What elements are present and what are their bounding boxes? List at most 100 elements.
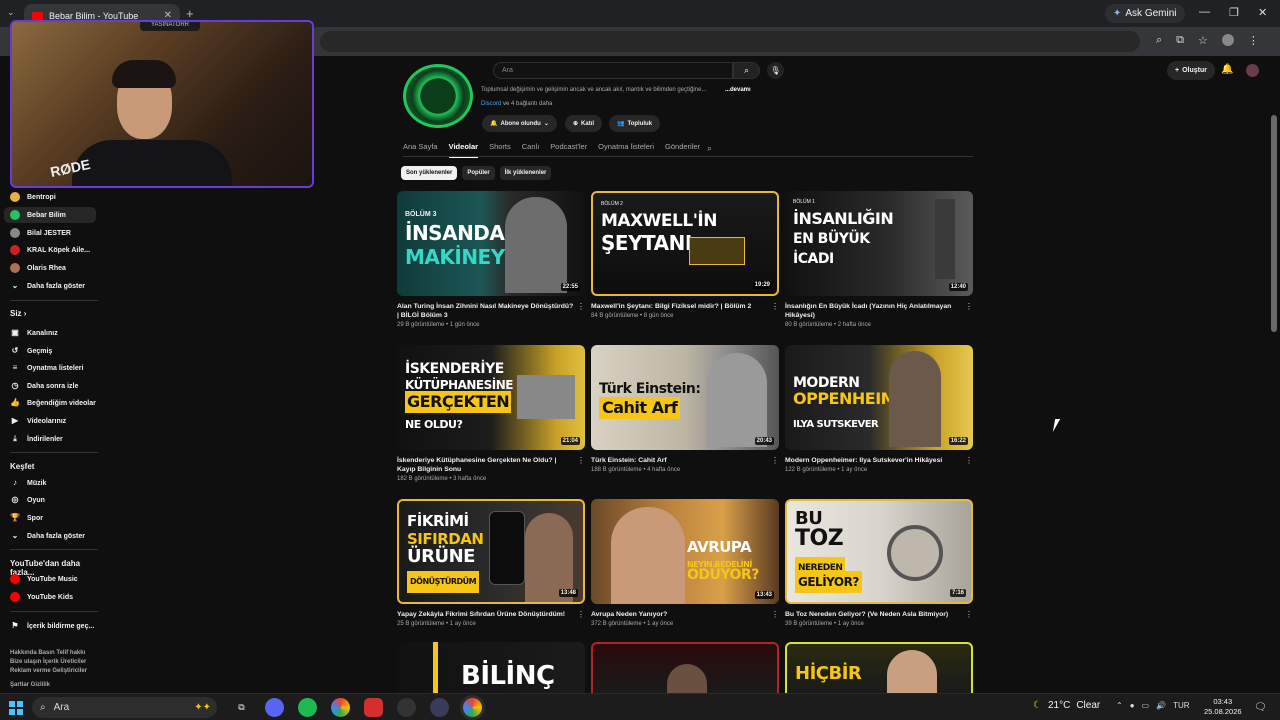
- taskbar-search[interactable]: ⌕ Ara ✦✦: [32, 697, 217, 718]
- description-more-link[interactable]: ...devamı: [725, 87, 751, 93]
- video-title[interactable]: Türk Einstein: Cahit Arf: [591, 456, 769, 465]
- video-card[interactable]: AVRUPA NEYİN BEDELİNİ ÖDÜYOR? 13:43 Avru…: [591, 499, 779, 627]
- task-view-icon[interactable]: ⧉: [232, 698, 251, 717]
- more-actions-icon[interactable]: ⋮: [771, 302, 779, 311]
- video-card[interactable]: BİLİNÇ: [397, 642, 585, 693]
- community-button[interactable]: 👥 Topluluk: [609, 115, 661, 132]
- video-title[interactable]: İnsanlığın En Büyük İcadı (Yazının Hiç A…: [785, 302, 963, 320]
- subscription-item[interactable]: Olaris Rhea: [4, 260, 96, 276]
- sidebar-item-your-channel[interactable]: ▣ Kanalınız: [4, 325, 96, 341]
- tab-search-chevron-icon[interactable]: ⌄: [7, 7, 15, 18]
- bookmark-star-icon[interactable]: ☆: [1198, 34, 1208, 47]
- subscribed-button[interactable]: 🔔 Abone olundu ⌄: [482, 115, 557, 132]
- video-thumbnail[interactable]: HİÇBİR: [785, 642, 973, 693]
- language-indicator[interactable]: TUR: [1173, 701, 1189, 710]
- chrome-active-app-icon[interactable]: [463, 698, 482, 717]
- search-button[interactable]: ⌕: [733, 62, 760, 79]
- sidebar-item-gaming[interactable]: ◎ Oyun: [4, 492, 96, 508]
- video-title[interactable]: Avrupa Neden Yanıyor?: [591, 610, 769, 619]
- video-thumbnail[interactable]: MODERN OPPENHEIMER ILYA SUTSKEVER 16:22: [785, 345, 973, 450]
- video-title[interactable]: Alan Turing İnsan Zihnini Nasıl Makineye…: [397, 302, 575, 320]
- more-actions-icon[interactable]: ⋮: [771, 610, 779, 619]
- join-button[interactable]: ⊕ Katıl: [565, 115, 603, 132]
- search-input[interactable]: Ara: [493, 62, 733, 79]
- sidebar-item-liked[interactable]: 👍 Beğendiğim videolar: [4, 395, 96, 411]
- video-title[interactable]: Maxwell'in Şeytanı: Bilgi Fiziksel midir…: [591, 302, 769, 311]
- video-card[interactable]: Türk Einstein: Cahit Arf 20:43 Türk Eins…: [591, 345, 779, 473]
- more-actions-icon[interactable]: ⋮: [965, 456, 973, 465]
- address-field[interactable]: [320, 31, 1140, 52]
- video-card[interactable]: İSKENDERİYE KÜTÜPHANESİNE GERÇEKTEN NE O…: [397, 345, 585, 482]
- chip-oldest[interactable]: İlk yüklenenler: [499, 166, 552, 180]
- video-card[interactable]: MODERN OPPENHEIMER ILYA SUTSKEVER 16:22 …: [785, 345, 973, 473]
- footer-links[interactable]: Hakkında Basın Telif hakkı: [10, 649, 100, 658]
- sidebar-item-music[interactable]: ♪ Müzik: [4, 475, 96, 491]
- restore-icon[interactable]: ❐: [1229, 6, 1239, 19]
- browser-menu-icon[interactable]: ⋮: [1248, 34, 1259, 47]
- video-thumbnail[interactable]: BÖLÜM 2 MAXWELL'İN ŞEYTANI 19:29: [591, 191, 779, 296]
- spotify-app-icon[interactable]: [298, 698, 317, 717]
- network-icon[interactable]: ▭: [1142, 701, 1150, 710]
- channel-links[interactable]: Discord ve 4 bağlantı daha: [481, 101, 552, 107]
- tray-chevron-icon[interactable]: ⌃: [1116, 701, 1123, 710]
- weather-widget[interactable]: ☾ 21°C Clear: [1033, 700, 1100, 711]
- account-avatar[interactable]: [1246, 64, 1259, 77]
- volume-icon[interactable]: 🔊: [1156, 701, 1166, 710]
- footer-links[interactable]: Bize ulaşın İçerik Üreticiler: [10, 658, 100, 667]
- create-button[interactable]: + Oluştur: [1167, 61, 1215, 80]
- discord-app-icon[interactable]: [265, 698, 284, 717]
- close-window-icon[interactable]: ✕: [1258, 6, 1267, 19]
- video-title[interactable]: İskenderiye Kütüphanesine Gerçekten Ne O…: [397, 456, 575, 474]
- more-actions-icon[interactable]: ⋮: [965, 302, 973, 311]
- video-title[interactable]: Bu Toz Nereden Geliyor? (Ve Neden Asla B…: [785, 610, 963, 619]
- tray-app-icon[interactable]: ●: [1130, 701, 1135, 710]
- more-actions-icon[interactable]: ⋮: [577, 302, 585, 311]
- taskbar-clock[interactable]: 03:43 25.08.2026: [1204, 697, 1242, 717]
- footer-links[interactable]: Şartlar Gizlilik: [10, 681, 100, 690]
- chrome-app-icon[interactable]: [331, 698, 350, 717]
- more-actions-icon[interactable]: ⋮: [577, 456, 585, 465]
- chip-popular[interactable]: Popüler: [462, 166, 495, 180]
- video-card[interactable]: [591, 642, 779, 693]
- sidebar-item-playlists[interactable]: ≡ Oynatma listeleri: [4, 360, 96, 376]
- new-tab-icon[interactable]: +: [186, 6, 194, 21]
- sidebar-item-your-videos[interactable]: ▶ Videolarınız: [4, 413, 96, 429]
- chip-latest[interactable]: Son yüklenenler: [401, 166, 458, 180]
- channel-search-icon[interactable]: ⌕: [707, 143, 712, 154]
- obs-app-icon[interactable]: [397, 698, 416, 717]
- more-actions-icon[interactable]: ⋮: [577, 610, 585, 619]
- video-card[interactable]: BÖLÜM 3 İNSANDAN MAKİNEYE 22:55 Alan Tur…: [397, 191, 585, 328]
- sidebar-item-youtube-kids[interactable]: YouTube Kids: [4, 589, 96, 605]
- sidebar-item-youtube-music[interactable]: YouTube Music: [4, 571, 96, 587]
- video-thumbnail[interactable]: BÖLÜM 1 İNSANLIĞIN EN BÜYÜK İCADI 12:40: [785, 191, 973, 296]
- video-thumbnail[interactable]: [591, 642, 779, 693]
- ask-gemini-button[interactable]: ✦ Ask Gemini: [1105, 4, 1185, 23]
- subscription-item[interactable]: Bilal JESTER: [4, 225, 96, 241]
- windows-start-icon[interactable]: [9, 701, 23, 715]
- video-card[interactable]: FİKRİMİ SIFIRDAN ÜRÜNE DÖNÜŞTÜRDÜM 13:48…: [397, 499, 585, 627]
- video-card[interactable]: HİÇBİR: [785, 642, 973, 693]
- sidebar-item-watch-later[interactable]: ◷ Daha sonra izle: [4, 378, 96, 394]
- profile-avatar-icon[interactable]: [1221, 34, 1234, 46]
- notifications-bell-icon[interactable]: 🔔: [1221, 64, 1233, 75]
- channel-logo[interactable]: [403, 64, 473, 128]
- video-thumbnail[interactable]: BÖLÜM 3 İNSANDAN MAKİNEYE 22:55: [397, 191, 585, 296]
- more-actions-icon[interactable]: ⋮: [771, 456, 779, 465]
- page-scrollbar[interactable]: [1271, 115, 1277, 332]
- sidebar-item-history[interactable]: ↺ Geçmiş: [4, 343, 96, 359]
- discord-link[interactable]: Discord: [481, 101, 501, 107]
- more-actions-icon[interactable]: ⋮: [965, 610, 973, 619]
- video-thumbnail[interactable]: FİKRİMİ SIFIRDAN ÜRÜNE DÖNÜŞTÜRDÜM 13:48: [397, 499, 585, 604]
- video-thumbnail[interactable]: BU TOZ NEREDEN GELİYOR? 7:16: [785, 499, 973, 604]
- subscription-item[interactable]: Bentropi: [4, 189, 96, 205]
- video-thumbnail[interactable]: AVRUPA NEYİN BEDELİNİ ÖDÜYOR? 13:43: [591, 499, 779, 604]
- footer-links[interactable]: Reklam verme Geliştiriciler: [10, 667, 100, 676]
- video-card[interactable]: BÖLÜM 2 MAXWELL'İN ŞEYTANI 19:29 Maxwell…: [591, 191, 779, 319]
- subscription-item[interactable]: KRAL Köpek Aile...: [4, 242, 96, 258]
- zoom-icon[interactable]: ⌕: [1156, 34, 1162, 47]
- video-title[interactable]: Modern Oppenheimer: Ilya Sutskever'in Hi…: [785, 456, 963, 465]
- app-icon[interactable]: [430, 698, 449, 717]
- video-card[interactable]: BÖLÜM 1 İNSANLIĞIN EN BÜYÜK İCADI 12:40 …: [785, 191, 973, 328]
- channel-description[interactable]: Toplumsal değişimin ve gelişimin ancak v…: [481, 87, 706, 93]
- video-thumbnail[interactable]: BİLİNÇ: [397, 642, 585, 693]
